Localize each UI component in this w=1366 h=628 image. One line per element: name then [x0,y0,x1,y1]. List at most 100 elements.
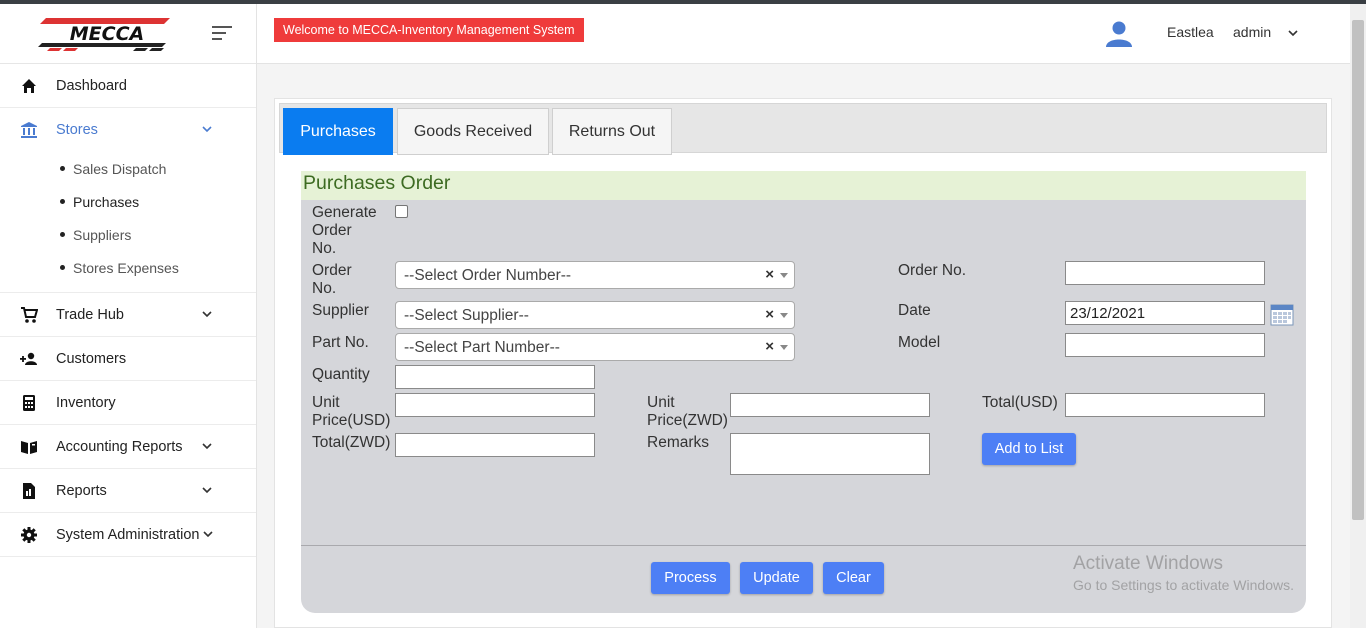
sidebar-item-label: Dashboard [56,77,127,94]
clear-selection-icon[interactable]: × [765,266,774,283]
user-name[interactable]: admin [1233,24,1271,40]
dropdown-arrow-icon[interactable] [780,273,788,278]
add-person-icon [20,350,38,368]
order-no-label-1: Order [312,262,352,279]
menu-toggle-icon[interactable] [212,26,232,40]
tab-returns-out[interactable]: Returns Out [552,108,672,155]
tab-bar: Purchases Goods Received Returns Out [279,103,1327,155]
page-scrollbar[interactable] [1350,4,1366,628]
stores-submenu: Sales Dispatch Purchases Suppliers Store… [0,152,256,293]
user-avatar-icon[interactable] [1105,20,1133,48]
generate-order-label-3: No. [312,240,337,257]
sidebar-item-trade-hub[interactable]: Trade Hub [0,293,256,337]
unit-price-usd-input[interactable] [395,393,595,417]
mecca-logo[interactable]: MECCA [36,16,178,52]
sub-item-label: Purchases [73,193,140,210]
sub-item-sales-dispatch[interactable]: Sales Dispatch [0,152,256,185]
chevron-down-icon[interactable] [201,484,213,496]
order-number-select[interactable]: --Select Order Number-- × [395,261,795,289]
process-button[interactable]: Process [651,562,730,594]
clear-selection-icon[interactable]: × [765,306,774,323]
sub-item-stores-expenses[interactable]: Stores Expenses [0,251,256,284]
gear-icon [20,526,38,544]
remarks-textarea[interactable] [730,433,930,475]
order-number-select-value: --Select Order Number-- [404,267,572,284]
supplier-select[interactable]: --Select Supplier-- × [395,301,795,329]
chevron-down-icon[interactable] [202,528,214,540]
form-title: Purchases Order [301,171,1306,200]
sidebar-item-label: Customers [56,350,127,367]
sidebar: MECCA Dashboard Stores Sales Dispatch Pu… [0,4,257,628]
part-number-select-value: --Select Part Number-- [404,339,560,356]
order-no-input[interactable] [1065,261,1265,285]
sidebar-item-label: Reports [56,482,107,499]
sidebar-item-label: Accounting Reports [56,438,183,455]
sub-item-label: Sales Dispatch [73,160,167,177]
sidebar-item-system-administration[interactable]: System Administration [0,513,256,557]
chevron-down-icon[interactable] [201,440,213,452]
chevron-down-icon[interactable] [201,308,213,320]
model-input[interactable] [1065,333,1265,357]
unit-price-zwd-input[interactable] [730,393,930,417]
total-zwd-label: Total(ZWD) [312,434,391,451]
clear-button[interactable]: Clear [823,562,884,594]
user-location: Eastlea [1167,24,1214,40]
sidebar-item-reports[interactable]: Reports [0,469,256,513]
tab-purchases[interactable]: Purchases [283,108,393,155]
calendar-icon[interactable] [1270,303,1294,326]
sub-item-suppliers[interactable]: Suppliers [0,218,256,251]
unit-price-zwd-label-1: Unit [647,394,675,411]
welcome-banner: Welcome to MECCA-Inventory Management Sy… [274,18,584,42]
book-icon [20,438,38,456]
update-button[interactable]: Update [740,562,813,594]
report-icon [20,482,38,500]
chevron-down-icon[interactable] [1287,27,1299,39]
sidebar-item-label: Inventory [56,394,116,411]
bank-icon [20,121,38,139]
main-panel: Purchases Goods Received Returns Out Pur… [274,98,1332,628]
sidebar-item-label: System Administration [56,526,200,543]
tab-goods-received[interactable]: Goods Received [397,108,549,155]
sub-item-label: Stores Expenses [73,259,179,276]
home-icon [20,77,38,95]
form-divider [301,545,1306,546]
model-label: Model [898,334,941,351]
scrollbar-thumb[interactable] [1352,20,1364,520]
supplier-label: Supplier [312,302,369,319]
dropdown-arrow-icon[interactable] [780,313,788,318]
order-no-right-label: Order No. [898,262,967,279]
sidebar-item-label: Stores [56,122,98,138]
unit-price-usd-label-2: Price(USD) [312,412,391,429]
svg-text:MECCA: MECCA [70,23,144,45]
sidebar-item-dashboard[interactable]: Dashboard [0,64,256,108]
remarks-label: Remarks [647,434,710,451]
quantity-input[interactable] [395,365,595,389]
sidebar-item-accounting-reports[interactable]: Accounting Reports [0,425,256,469]
clear-selection-icon[interactable]: × [765,338,774,355]
quantity-label: Quantity [312,366,370,383]
total-usd-input[interactable] [1065,393,1265,417]
unit-price-zwd-label-2: Price(ZWD) [647,412,728,429]
activate-windows-title: Activate Windows [1073,553,1223,574]
chevron-down-icon[interactable] [201,123,213,135]
sub-item-purchases[interactable]: Purchases [0,185,256,218]
add-to-list-button[interactable]: Add to List [982,433,1076,465]
sidebar-item-inventory[interactable]: Inventory [0,381,256,425]
order-no-label-2: No. [312,280,337,297]
total-zwd-input[interactable] [395,433,595,457]
part-no-label: Part No. [312,334,369,351]
date-input[interactable] [1065,301,1265,325]
dropdown-arrow-icon[interactable] [780,345,788,350]
generate-order-label-2: Order [312,222,352,239]
sidebar-item-customers[interactable]: Customers [0,337,256,381]
part-number-select[interactable]: --Select Part Number-- × [395,333,795,361]
sidebar-item-stores[interactable]: Stores [0,108,256,152]
unit-price-usd-label-1: Unit [312,394,340,411]
activate-windows-subtitle: Go to Settings to activate Windows. [1073,577,1294,593]
top-header: Welcome to MECCA-Inventory Management Sy… [257,4,1350,64]
date-label: Date [898,302,931,319]
sub-item-label: Suppliers [73,226,132,243]
generate-order-checkbox[interactable] [395,205,408,218]
calculator-icon [20,394,38,412]
total-usd-label: Total(USD) [982,394,1058,411]
